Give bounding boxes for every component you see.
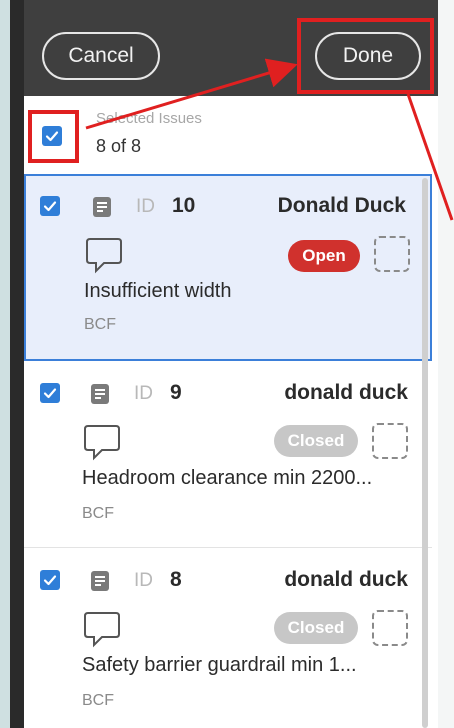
annotation-arrows xyxy=(85,58,454,221)
